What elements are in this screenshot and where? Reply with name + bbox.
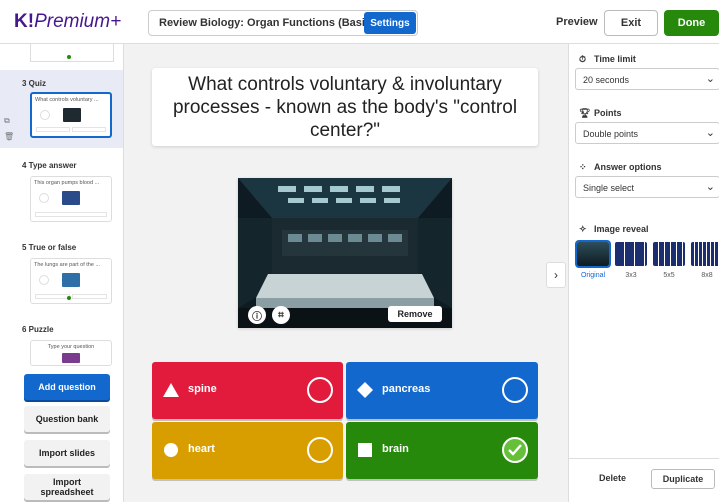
crop-icon[interactable]: ⌗ — [272, 306, 290, 324]
reveal-thumbnail — [575, 240, 611, 268]
correct-dot — [67, 55, 71, 59]
slide-item-6[interactable]: 6 Puzzle Type your question — [0, 316, 123, 368]
answer-options-select[interactable]: Single select ⌄ — [575, 176, 719, 198]
answer-4[interactable]: brain — [346, 422, 538, 479]
time-limit-heading: ⏱ Time limit — [579, 54, 636, 64]
answer-1[interactable]: spine — [152, 362, 343, 419]
correct-toggle[interactable] — [307, 437, 333, 463]
exit-button[interactable]: Exit — [604, 10, 658, 36]
reveal-thumbnail — [691, 242, 719, 266]
thumbnail-question: What controls voluntary ... — [35, 97, 99, 103]
thumbnail-image — [62, 273, 80, 287]
answer-text[interactable]: brain — [382, 443, 409, 455]
duplicate-button[interactable]: Duplicate — [651, 469, 715, 489]
square-icon — [356, 441, 374, 459]
settings-panel: ⏱ Time limit 20 seconds ⌄ 🏆︎ Points Double… — [568, 44, 719, 502]
remove-image-button[interactable]: Remove — [388, 306, 442, 322]
slide-thumbnail[interactable]: Type your question — [30, 340, 112, 366]
collapse-panel-button[interactable]: › — [546, 262, 566, 288]
done-button[interactable]: Done — [664, 10, 719, 36]
settings-button[interactable]: Settings — [364, 12, 416, 34]
top-bar: K!Premium+ Review Biology: Organ Functio… — [0, 0, 719, 44]
chevron-right-icon: › — [554, 268, 558, 282]
clock-icon: ⏱ — [579, 54, 587, 64]
timer-circle-icon — [39, 275, 49, 285]
thumbnail-answers — [35, 212, 107, 217]
timer-circle-icon — [39, 193, 49, 203]
duplicate-icon[interactable]: ⧉ — [4, 116, 16, 126]
question-bank-button[interactable]: Question bank — [24, 406, 110, 432]
answer-options-heading: ⁘ Answer options — [579, 162, 662, 172]
question-input[interactable]: What controls voluntary & involuntary pr… — [152, 68, 538, 146]
slide-label: 3 Quiz — [22, 79, 47, 88]
grid-icon: ⁘ — [579, 162, 587, 172]
chevron-down-icon: ⌄ — [705, 127, 715, 139]
thumbnail-answers — [35, 294, 107, 299]
import-spreadsheet-button[interactable]: Import spreadsheet — [24, 474, 110, 500]
reveal-thumbnail — [615, 242, 647, 266]
thumbnail-question: Type your question — [47, 344, 95, 350]
slide-item-5[interactable]: 5 True or false The lungs are part of th… — [0, 234, 123, 312]
thumbnail-question: The lungs are part of the ... — [34, 262, 101, 268]
quiz-title: Review Biology: Organ Functions (Basic) — [159, 17, 375, 29]
trophy-icon: 🏆︎ — [579, 108, 591, 118]
slide-actions: ⧉ 🗑 — [4, 116, 16, 147]
reveal-3x3[interactable]: 3x3 — [615, 242, 647, 279]
reveal-thumbnail — [653, 242, 685, 266]
image-reveal-options: Original 3x3 5x5 8x8 — [575, 240, 719, 292]
checkmark-icon — [508, 444, 522, 456]
slide-thumbnail[interactable]: This organ pumps blood ... — [30, 176, 112, 222]
slide-label: 5 True or false — [22, 243, 77, 252]
answer-2[interactable]: pancreas — [346, 362, 538, 419]
reveal-original[interactable]: Original — [575, 240, 611, 279]
thumbnail-question: This organ pumps blood ... — [34, 180, 100, 186]
reveal-5x5[interactable]: 5x5 — [653, 242, 685, 279]
diamond-icon — [356, 381, 374, 399]
circle-icon — [162, 441, 180, 459]
thumbnail-image — [63, 108, 81, 122]
thumbnail-image — [62, 353, 80, 363]
correct-toggle[interactable] — [502, 377, 528, 403]
import-slides-button[interactable]: Import slides — [24, 440, 110, 466]
slide-label: 6 Puzzle — [22, 325, 54, 334]
time-limit-select[interactable]: 20 seconds ⌄ — [575, 68, 719, 90]
slide-sidebar: 3 Quiz What controls voluntary ... ⧉ 🗑 4… — [0, 44, 124, 502]
panel-footer: Delete Duplicate — [569, 458, 719, 502]
slide-item-4[interactable]: 4 Type answer This organ pumps blood ... — [0, 152, 123, 230]
points-heading: 🏆︎ Points — [579, 108, 622, 118]
answer-3[interactable]: heart — [152, 422, 343, 479]
reveal-8x8[interactable]: 8x8 — [691, 242, 719, 279]
image-reveal-heading: ✧ Image reveal — [579, 224, 649, 234]
triangle-icon — [162, 381, 180, 399]
answer-text[interactable]: pancreas — [382, 383, 430, 395]
thumbnail-answers — [36, 127, 106, 132]
thumbnail-image — [62, 191, 80, 205]
chevron-down-icon: ⌄ — [705, 73, 715, 85]
question-image-frame: ⓘ ⌗ Remove — [238, 178, 452, 328]
answer-text[interactable]: heart — [188, 443, 215, 455]
points-select[interactable]: Double points ⌄ — [575, 122, 719, 144]
timer-circle-icon — [40, 110, 50, 120]
slide-thumbnail[interactable]: The lungs are part of the ... — [30, 258, 112, 304]
slide-item-3[interactable]: 3 Quiz What controls voluntary ... — [0, 70, 123, 148]
sparkle-icon: ✧ — [579, 224, 587, 234]
correct-toggle[interactable] — [307, 377, 333, 403]
trash-icon[interactable]: 🗑 — [4, 132, 16, 141]
answer-text[interactable]: spine — [188, 383, 217, 395]
info-icon[interactable]: ⓘ — [248, 306, 266, 324]
correct-dot — [67, 296, 71, 300]
add-question-button[interactable]: Add question — [24, 374, 110, 400]
kahoot-logo[interactable]: K!Premium+ — [14, 11, 121, 33]
slide-thumbnail[interactable]: What controls voluntary ... — [30, 92, 112, 138]
chevron-down-icon: ⌄ — [705, 181, 715, 193]
delete-button[interactable]: Delete — [599, 473, 626, 483]
slide-label: 4 Type answer — [22, 161, 77, 170]
correct-toggle[interactable] — [502, 437, 528, 463]
slide-thumbnail-previous[interactable] — [30, 44, 114, 62]
preview-button[interactable]: Preview — [556, 16, 598, 28]
